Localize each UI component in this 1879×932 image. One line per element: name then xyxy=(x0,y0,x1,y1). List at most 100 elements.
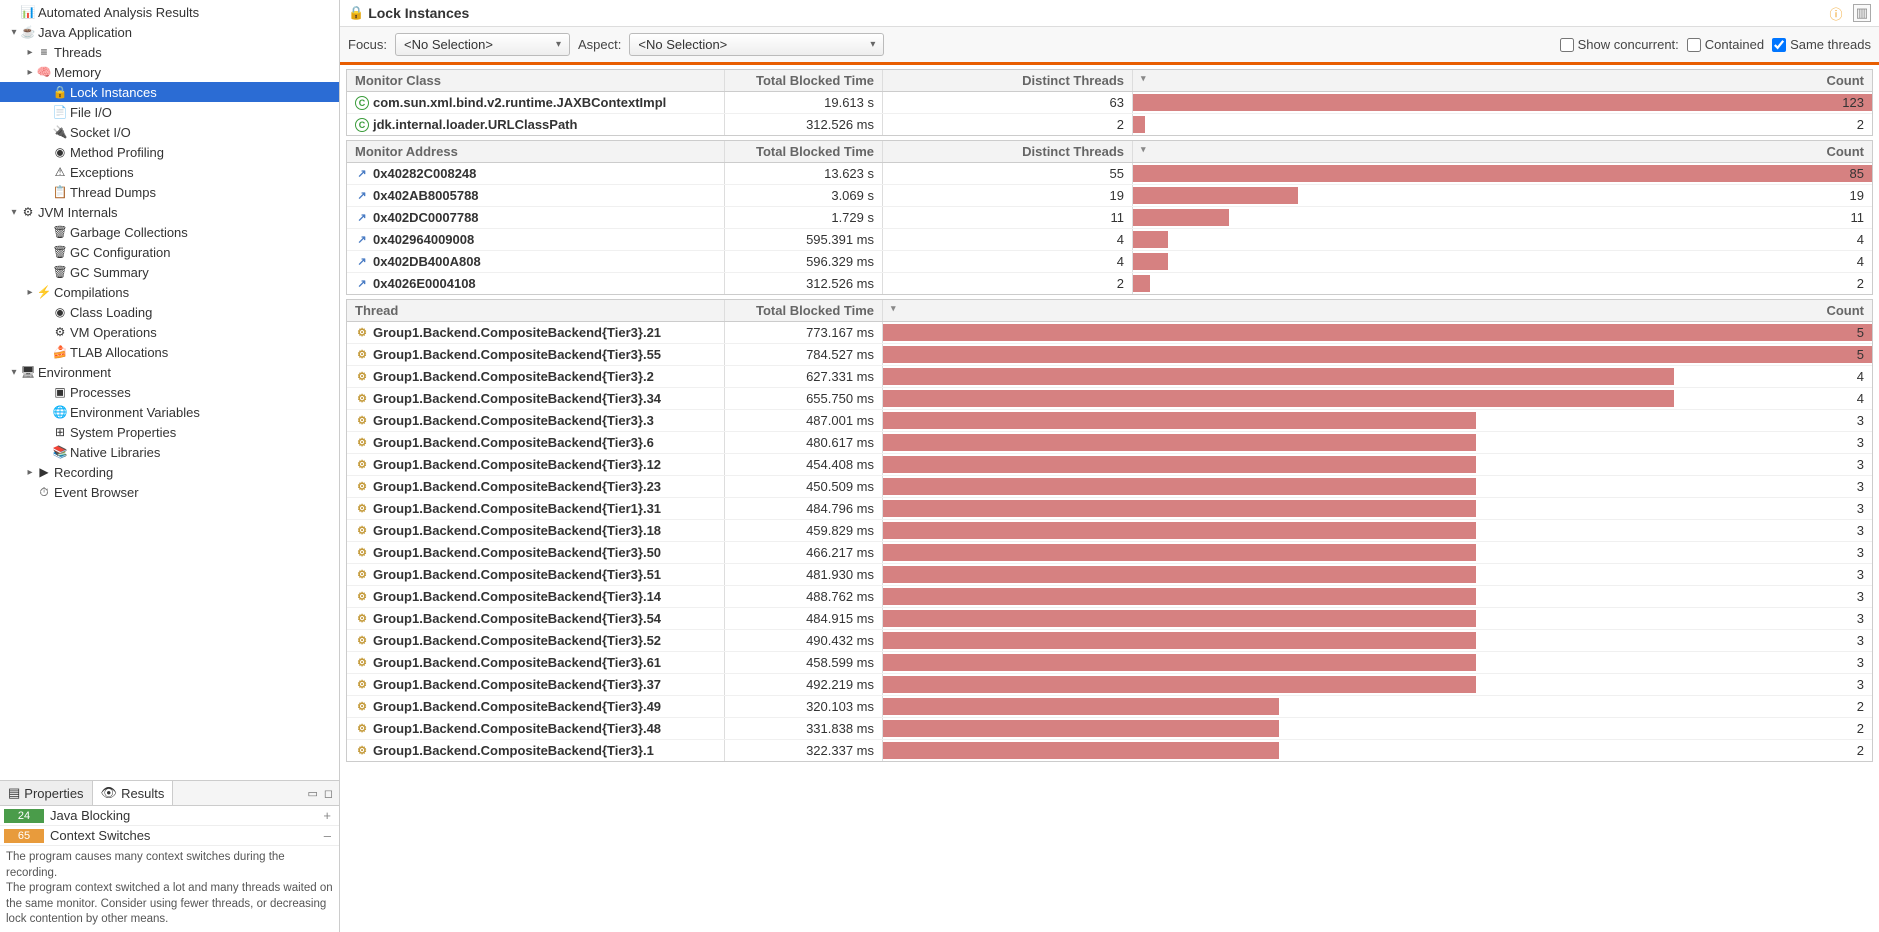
tree-item[interactable]: 🔌Socket I/O xyxy=(0,122,339,142)
table-row[interactable]: ⚙Group1.Backend.CompositeBackend{Tier3}.… xyxy=(347,608,1872,630)
tree-item[interactable]: ⚠Exceptions xyxy=(0,162,339,182)
tree-item[interactable]: ⊞System Properties xyxy=(0,422,339,442)
tree-item[interactable]: 📋Thread Dumps xyxy=(0,182,339,202)
col-count[interactable]: ▾Count xyxy=(1133,141,1872,162)
row-count: 3 xyxy=(883,410,1872,431)
col-distinct-threads[interactable]: Distinct Threads xyxy=(883,141,1133,162)
tree-item-label: VM Operations xyxy=(70,325,157,340)
tree-item[interactable]: ▣Processes xyxy=(0,382,339,402)
tree-item[interactable]: ◉Method Profiling xyxy=(0,142,339,162)
col-count[interactable]: ▾Count xyxy=(883,300,1872,321)
tab-properties[interactable]: ▤Properties xyxy=(0,781,93,805)
outline-tree[interactable]: 📊Automated Analysis Results▾☕Java Applic… xyxy=(0,0,339,780)
tree-item-icon: 🗑 xyxy=(52,224,68,240)
tree-item[interactable]: 🔒Lock Instances xyxy=(0,82,339,102)
table-row[interactable]: ↗0x402DB400A808596.329 ms44 xyxy=(347,251,1872,273)
table-row[interactable]: ⚙Group1.Backend.CompositeBackend{Tier3}.… xyxy=(347,388,1872,410)
col-total-blocked[interactable]: Total Blocked Time xyxy=(725,70,883,91)
tree-item[interactable]: ▸▶Recording xyxy=(0,462,339,482)
table-row[interactable]: ⚙Group1.Backend.CompositeBackend{Tier3}.… xyxy=(347,344,1872,366)
col-thread[interactable]: Thread xyxy=(347,300,725,321)
table-row[interactable]: ⚙Group1.Backend.CompositeBackend{Tier3}.… xyxy=(347,520,1872,542)
tree-item[interactable]: 📊Automated Analysis Results xyxy=(0,2,339,22)
table-row[interactable]: ⚙Group1.Backend.CompositeBackend{Tier3}.… xyxy=(347,476,1872,498)
table-row[interactable]: ↗0x402AB80057883.069 s1919 xyxy=(347,185,1872,207)
result-row[interactable]: 24Java Blocking+ xyxy=(0,806,339,826)
disclosure-icon: ▸ xyxy=(24,467,36,478)
properties-icon: ▤ xyxy=(8,785,20,801)
tree-item-label: GC Summary xyxy=(70,265,149,280)
maximize-icon[interactable]: ◻ xyxy=(324,787,333,800)
tree-item[interactable]: 📚Native Libraries xyxy=(0,442,339,462)
table-row[interactable]: ⚙Group1.Backend.CompositeBackend{Tier3}.… xyxy=(347,696,1872,718)
row-count: 85 xyxy=(1133,163,1872,184)
table-row[interactable]: Ccom.sun.xml.bind.v2.runtime.JAXBContext… xyxy=(347,92,1872,114)
table-row[interactable]: ⚙Group1.Backend.CompositeBackend{Tier3}.… xyxy=(347,586,1872,608)
tree-item-label: Lock Instances xyxy=(70,85,157,100)
table-row[interactable]: ⚙Group1.Backend.CompositeBackend{Tier3}.… xyxy=(347,366,1872,388)
tree-item[interactable]: ⏱Event Browser xyxy=(0,482,339,502)
minimize-icon[interactable]: ▭ xyxy=(307,787,317,800)
row-count: 3 xyxy=(883,608,1872,629)
table-row[interactable]: ⚙Group1.Backend.CompositeBackend{Tier3}.… xyxy=(347,542,1872,564)
table-row[interactable]: ⚙Group1.Backend.CompositeBackend{Tier3}.… xyxy=(347,630,1872,652)
table-row[interactable]: ⚙Group1.Backend.CompositeBackend{Tier3}.… xyxy=(347,454,1872,476)
col-count[interactable]: ▾Count xyxy=(1133,70,1872,91)
table-row[interactable]: ⚙Group1.Backend.CompositeBackend{Tier3}.… xyxy=(347,718,1872,740)
table-row[interactable]: ⚙Group1.Backend.CompositeBackend{Tier3}.… xyxy=(347,410,1872,432)
table-row[interactable]: ↗0x40282C00824813.623 s5585 xyxy=(347,163,1872,185)
tree-item[interactable]: 🌐Environment Variables xyxy=(0,402,339,422)
table-row[interactable]: ↗0x402964009008595.391 ms44 xyxy=(347,229,1872,251)
show-concurrent-checkbox[interactable]: Show concurrent: xyxy=(1560,37,1679,52)
contained-checkbox[interactable]: Contained xyxy=(1687,37,1764,52)
tree-item[interactable]: ◉Class Loading xyxy=(0,302,339,322)
col-monitor-address[interactable]: Monitor Address xyxy=(347,141,725,162)
row-icon: ↗ xyxy=(355,167,369,181)
expand-icon[interactable]: – xyxy=(320,828,335,843)
row-name: Group1.Backend.CompositeBackend{Tier3}.2… xyxy=(373,479,661,494)
col-monitor-class[interactable]: Monitor Class xyxy=(347,70,725,91)
row-name: Group1.Backend.CompositeBackend{Tier3}.6 xyxy=(373,435,654,450)
tree-item[interactable]: ▸🧠Memory xyxy=(0,62,339,82)
tree-item[interactable]: 🗑Garbage Collections xyxy=(0,222,339,242)
tree-item[interactable]: 🗑GC Summary xyxy=(0,262,339,282)
table-row[interactable]: ⚙Group1.Backend.CompositeBackend{Tier3}.… xyxy=(347,740,1872,761)
tree-item[interactable]: ▸≡Threads xyxy=(0,42,339,62)
table-row[interactable]: ⚙Group1.Backend.CompositeBackend{Tier3}.… xyxy=(347,652,1872,674)
table-row[interactable]: ↗0x4026E0004108312.526 ms22 xyxy=(347,273,1872,294)
row-time: 1.729 s xyxy=(725,207,883,228)
tree-item[interactable]: ▾🖥Environment xyxy=(0,362,339,382)
tree-item-label: Memory xyxy=(54,65,101,80)
tab-results[interactable]: 👁Results xyxy=(93,781,174,805)
tree-item[interactable]: ▾⚙JVM Internals xyxy=(0,202,339,222)
table-row[interactable]: ↗0x402DC00077881.729 s1111 xyxy=(347,207,1872,229)
aspect-select[interactable]: <No Selection>▾ xyxy=(629,33,884,56)
info-icon[interactable]: ⓘ xyxy=(1827,4,1845,22)
row-icon: ⚙ xyxy=(355,436,369,450)
focus-select[interactable]: <No Selection>▾ xyxy=(395,33,570,56)
tree-item[interactable]: ▸⚡Compilations xyxy=(0,282,339,302)
table-row[interactable]: ⚙Group1.Backend.CompositeBackend{Tier3}.… xyxy=(347,674,1872,696)
row-count: 3 xyxy=(883,586,1872,607)
table-row[interactable]: ⚙Group1.Backend.CompositeBackend{Tier3}.… xyxy=(347,564,1872,586)
result-row[interactable]: 65Context Switches– xyxy=(0,826,339,846)
tree-item-icon: 🗑 xyxy=(52,264,68,280)
tree-item[interactable]: ⚙VM Operations xyxy=(0,322,339,342)
table-row[interactable]: ⚙Group1.Backend.CompositeBackend{Tier3}.… xyxy=(347,322,1872,344)
col-total-blocked[interactable]: Total Blocked Time xyxy=(725,300,883,321)
row-count: 3 xyxy=(883,630,1872,651)
panel-menu-icon[interactable]: ▥ xyxy=(1853,4,1871,22)
table-row[interactable]: Cjdk.internal.loader.URLClassPath312.526… xyxy=(347,114,1872,135)
col-distinct-threads[interactable]: Distinct Threads xyxy=(883,70,1133,91)
table-row[interactable]: ⚙Group1.Backend.CompositeBackend{Tier1}.… xyxy=(347,498,1872,520)
row-threads: 19 xyxy=(883,185,1133,206)
col-total-blocked[interactable]: Total Blocked Time xyxy=(725,141,883,162)
table-row[interactable]: ⚙ Group1.Backend.CompositeBackend{Tier3}.… xyxy=(347,432,1872,454)
results-panel: 24Java Blocking+65Context Switches– xyxy=(0,805,339,846)
same-threads-checkbox[interactable]: Same threads xyxy=(1772,37,1871,52)
tree-item[interactable]: 📄File I/O xyxy=(0,102,339,122)
tree-item[interactable]: ▾☕Java Application xyxy=(0,22,339,42)
tree-item[interactable]: 🗑GC Configuration xyxy=(0,242,339,262)
tree-item[interactable]: 🍰TLAB Allocations xyxy=(0,342,339,362)
expand-icon[interactable]: + xyxy=(319,808,335,823)
